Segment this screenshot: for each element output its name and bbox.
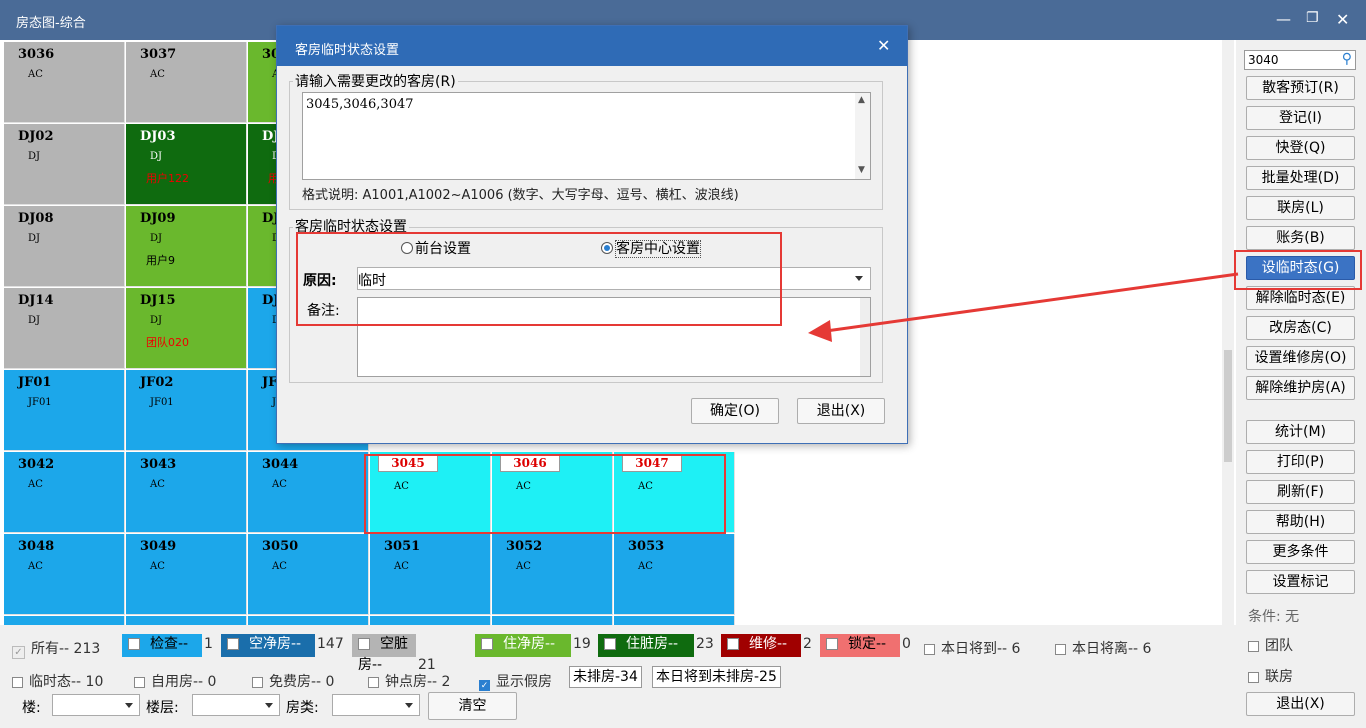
annotation-arrow — [808, 272, 1239, 342]
arrow-head — [808, 320, 832, 342]
main-window: 房态图-综合 — ❐ ✕ 3036AC3037AC30ADJ02DJDJ03DJ… — [0, 0, 1366, 728]
arrow-line — [825, 272, 1239, 333]
